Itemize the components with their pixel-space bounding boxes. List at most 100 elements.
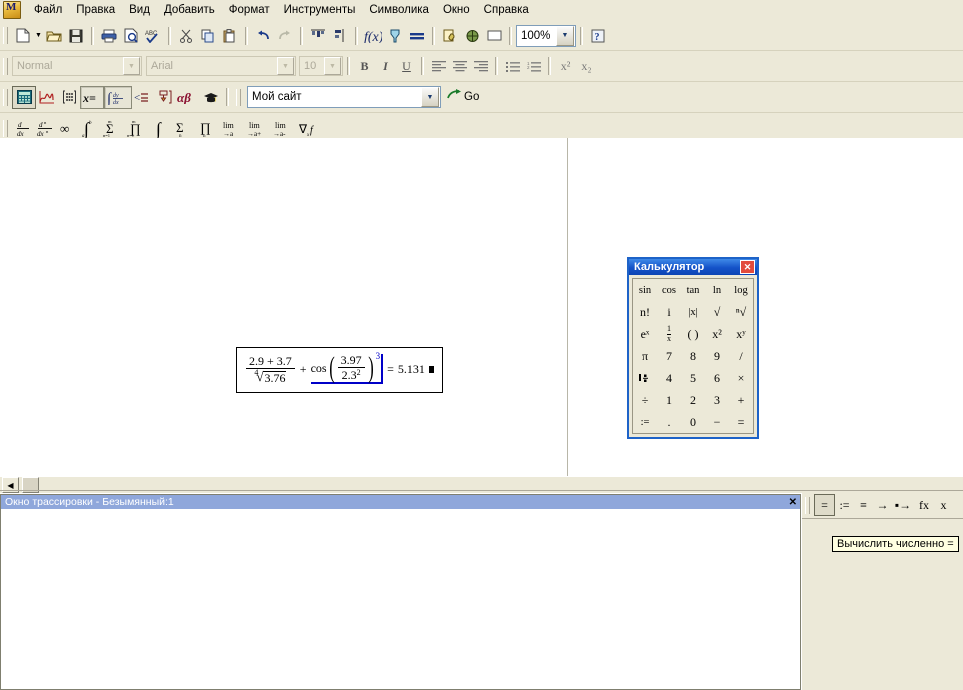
summation-icon[interactable]: Σn xyxy=(170,118,194,139)
key-reciprocal[interactable]: 1x xyxy=(657,323,681,345)
align-down-icon[interactable] xyxy=(329,25,351,46)
font-size-combo[interactable]: 10 ▼ xyxy=(299,56,343,76)
key-6[interactable]: 6 xyxy=(705,367,729,389)
superscript-icon[interactable]: x² xyxy=(555,56,576,76)
eval-definition-button[interactable]: := xyxy=(835,495,854,515)
insert-function-icon[interactable]: f(x) xyxy=(362,25,384,46)
key-absolute-value[interactable]: |x| xyxy=(681,301,705,323)
matrix-palette-button[interactable] xyxy=(58,87,80,108)
key-cos[interactable]: cos xyxy=(657,279,681,301)
print-icon[interactable] xyxy=(98,25,120,46)
palette-title-bar[interactable]: Калькулятор ✕ xyxy=(629,259,757,275)
product-range-icon[interactable]: ∏ m n=1 xyxy=(124,118,148,139)
limit-right-icon[interactable]: lim →a+ xyxy=(244,118,270,139)
style-dropdown-caret-icon[interactable]: ▼ xyxy=(123,57,140,75)
key-tan[interactable]: tan xyxy=(681,279,705,301)
menu-format[interactable]: Формат xyxy=(222,2,277,18)
print-preview-icon[interactable] xyxy=(120,25,142,46)
trace-window-body[interactable] xyxy=(1,509,800,689)
menu-symbolics[interactable]: Символика xyxy=(362,2,436,18)
key-minus[interactable]: − xyxy=(705,411,729,433)
underline-button[interactable]: U xyxy=(396,56,417,76)
zoom-combo[interactable]: 100% ▼ xyxy=(516,24,576,47)
toolbar-grip[interactable] xyxy=(805,496,810,514)
style-combo[interactable]: Normal ▼ xyxy=(12,56,142,76)
indefinite-integral-icon[interactable]: ∫ xyxy=(148,118,170,139)
copy-icon[interactable] xyxy=(197,25,219,46)
boolean-palette-button[interactable]: < xyxy=(132,87,154,108)
key-pi[interactable]: π xyxy=(633,345,657,367)
menu-tools[interactable]: Инструменты xyxy=(277,2,363,18)
align-left-icon[interactable] xyxy=(428,56,449,76)
evaluation-palette-button[interactable]: x= xyxy=(80,85,104,109)
insert-unit-icon[interactable] xyxy=(384,25,406,46)
gradient-icon[interactable]: ∇ x f xyxy=(296,118,320,139)
key-divide-slash[interactable]: / xyxy=(729,345,753,367)
palette-close-button[interactable]: ✕ xyxy=(740,260,755,274)
zoom-dropdown-caret-icon[interactable]: ▼ xyxy=(556,25,574,46)
redo-icon[interactable] xyxy=(274,25,296,46)
toolbar-grip[interactable] xyxy=(3,88,8,106)
menu-view[interactable]: Вид xyxy=(122,2,157,18)
bulleted-list-icon[interactable] xyxy=(502,56,523,76)
key-9[interactable]: 9 xyxy=(705,345,729,367)
key-parentheses[interactable]: ( ) xyxy=(681,323,705,345)
eval-global-definition-button[interactable]: ≡ xyxy=(854,495,873,515)
go-button[interactable]: Go xyxy=(447,89,479,105)
trace-window[interactable]: Окно трассировки - Безымянный:1 ✕ xyxy=(0,494,801,690)
toolbar-grip[interactable] xyxy=(3,119,8,137)
key-equals[interactable]: = xyxy=(729,411,753,433)
paste-icon[interactable] xyxy=(219,25,241,46)
key-definition[interactable]: := xyxy=(633,411,657,433)
eval-symbolic-keyword-button[interactable]: ▪→ xyxy=(892,495,914,515)
key-log[interactable]: log xyxy=(729,279,753,301)
selected-subexpression[interactable]: cos ( 3.97 2.3 2 ) 3 xyxy=(310,352,384,384)
key-square[interactable]: x² xyxy=(705,323,729,345)
new-document-icon[interactable] xyxy=(12,25,34,46)
key-exponential[interactable]: eˣ xyxy=(633,323,657,345)
key-0[interactable]: 0 xyxy=(681,411,705,433)
toolbar-grip[interactable] xyxy=(3,27,8,44)
toolbar-grip[interactable] xyxy=(3,57,8,75)
key-divide[interactable]: ÷ xyxy=(633,389,657,411)
infinity-icon[interactable]: ∞ xyxy=(56,118,78,139)
key-nth-root[interactable]: ⁿ√ xyxy=(729,301,753,323)
numbered-list-icon[interactable]: 12 xyxy=(523,56,544,76)
definite-integral-icon[interactable]: ∫ b a xyxy=(78,118,100,139)
font-dropdown-caret-icon[interactable]: ▼ xyxy=(277,57,294,75)
cut-scissors-icon[interactable] xyxy=(175,25,197,46)
key-decimal-point[interactable]: . xyxy=(657,411,681,433)
eval-variable-button[interactable]: x xyxy=(934,495,953,515)
menu-file[interactable]: Файл xyxy=(27,2,69,18)
key-5[interactable]: 5 xyxy=(681,367,705,389)
key-power[interactable]: xʸ xyxy=(729,323,753,345)
undo-icon[interactable] xyxy=(252,25,274,46)
align-center-icon[interactable] xyxy=(449,56,470,76)
limit-left-icon[interactable]: lim →a- xyxy=(270,118,296,139)
trace-window-title-bar[interactable]: Окно трассировки - Безымянный:1 ✕ xyxy=(1,495,800,509)
font-size-dropdown-caret-icon[interactable]: ▼ xyxy=(324,57,341,75)
web-dropdown-caret-icon[interactable]: ▼ xyxy=(421,87,439,107)
key-ln[interactable]: ln xyxy=(705,279,729,301)
insert-area-icon[interactable] xyxy=(483,25,505,46)
key-1[interactable]: 1 xyxy=(657,389,681,411)
greek-palette-button[interactable]: αβ xyxy=(176,87,200,108)
insert-hyperlink-icon[interactable] xyxy=(439,25,461,46)
derivative-icon[interactable]: d dx xyxy=(12,118,34,139)
programming-palette-button[interactable] xyxy=(154,87,176,108)
key-8[interactable]: 8 xyxy=(681,345,705,367)
subscript-icon[interactable]: x₂ xyxy=(576,56,597,76)
key-sin[interactable]: sin xyxy=(633,279,657,301)
calculator-palette[interactable]: Калькулятор ✕ sin cos tan ln log n! i |x… xyxy=(627,257,759,439)
key-mixed-fraction[interactable] xyxy=(633,367,657,389)
nth-derivative-icon[interactable]: d n dx n xyxy=(34,118,56,139)
font-combo[interactable]: Arial ▼ xyxy=(146,56,296,76)
document-worksheet[interactable] xyxy=(0,138,963,476)
trace-window-close-button[interactable]: ✕ xyxy=(789,497,797,508)
calculator-palette-button[interactable] xyxy=(12,85,36,109)
key-square-root[interactable]: √ xyxy=(705,301,729,323)
menu-window[interactable]: Окно xyxy=(436,2,477,18)
eval-function-button[interactable]: fx xyxy=(914,495,934,515)
menu-help[interactable]: Справка xyxy=(477,2,536,18)
new-dropdown-caret-icon[interactable]: ▼ xyxy=(34,25,43,46)
